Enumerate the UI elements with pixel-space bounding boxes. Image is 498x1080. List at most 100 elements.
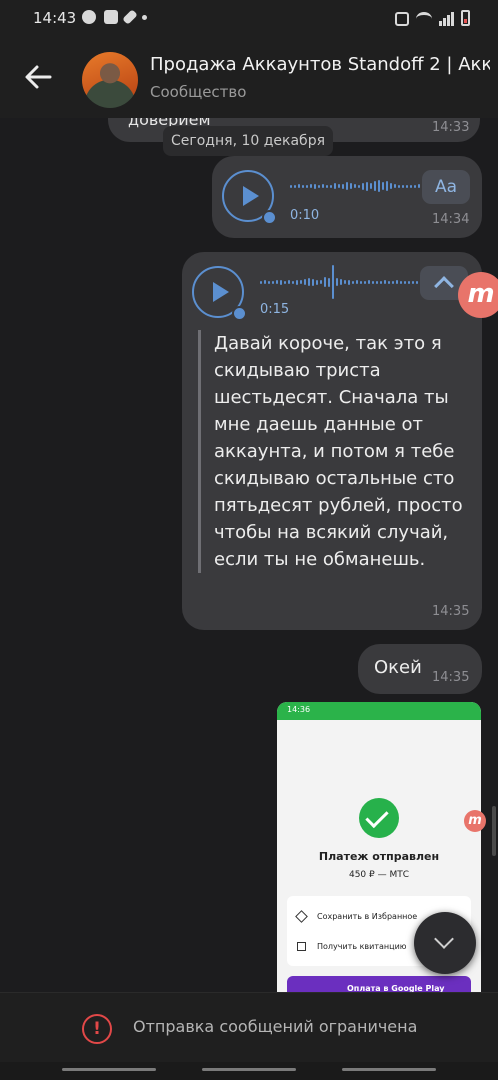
payment-status-title: Платеж отправлен — [318, 850, 440, 863]
waveform-bar — [362, 182, 364, 190]
waveform-bar — [308, 278, 310, 286]
message-list[interactable]: доверием 14:33 Сегодня, 10 декабря 0:10 … — [0, 118, 498, 992]
m-badge-label: m — [468, 813, 482, 828]
receipt-icon — [297, 942, 306, 951]
waveform-bar — [344, 280, 346, 284]
waveform-bar — [330, 184, 332, 188]
waveform-bar — [334, 183, 336, 189]
nav-home-pill[interactable] — [202, 1068, 296, 1071]
waveform-bar — [294, 184, 296, 188]
waveform-bar — [358, 184, 360, 188]
m-badge-label: m — [467, 279, 495, 309]
m-badge-small-icon[interactable]: m — [464, 810, 486, 832]
waveform-bar — [346, 182, 348, 190]
waveform-bar — [418, 184, 420, 188]
waveform-bar — [370, 183, 372, 189]
community-avatar[interactable] — [82, 52, 138, 108]
transcribe-button[interactable]: Aa — [422, 170, 470, 204]
waveform-bar — [360, 280, 362, 284]
waveform-bar — [292, 280, 294, 284]
waveform-bar — [398, 184, 400, 188]
waveform-bar — [300, 280, 302, 284]
waveform-bar — [290, 184, 292, 188]
waveform-bar — [304, 279, 306, 285]
waveform-bar — [340, 279, 342, 285]
waveform-bar — [284, 280, 286, 284]
waveform-bar — [392, 280, 394, 284]
m-badge-icon[interactable]: m — [458, 272, 498, 318]
brush-icon — [122, 9, 138, 25]
voice-waveform[interactable] — [260, 264, 438, 300]
nav-back-pill[interactable] — [62, 1068, 156, 1071]
waveform-bar — [406, 184, 408, 188]
voice-waveform[interactable] — [290, 176, 432, 196]
waveform-bar — [338, 184, 340, 188]
message-text: Окей — [374, 657, 422, 678]
chat-subtitle: Сообщество — [150, 83, 247, 101]
waveform-bar — [342, 183, 344, 189]
message-bubble-okey[interactable]: Окей 14:35 — [358, 644, 482, 694]
payment-amount: 450 ₽ — МТС — [348, 870, 410, 880]
nav-recent-pill[interactable] — [342, 1068, 436, 1071]
google-play-banner: Оплата в Google Play — [287, 976, 471, 992]
status-bar: 14:43 — [0, 0, 498, 38]
warning-icon: ! — [82, 1014, 112, 1044]
waveform-bar — [378, 180, 380, 192]
waveform-bar — [388, 280, 390, 284]
playback-position-dot — [262, 210, 277, 225]
waveform-bar — [412, 280, 414, 284]
more-notifications-icon — [142, 14, 147, 20]
waveform-bar — [320, 280, 322, 284]
voice-duration: 0:10 — [290, 208, 320, 223]
waveform-bar — [376, 280, 378, 284]
waveform-bar — [316, 279, 318, 285]
waveform-bar — [280, 279, 282, 285]
get-receipt-row: Получить квитанцию — [317, 942, 407, 951]
star-icon — [295, 910, 308, 923]
waveform-bar — [394, 184, 396, 188]
waveform-bar — [276, 280, 278, 284]
scroll-down-button[interactable] — [414, 912, 476, 974]
playback-position-dot — [232, 306, 247, 321]
chat-header: Продажа Аккаунтов Standoff 2 | Аккаунты … — [0, 38, 498, 118]
waveform-bar — [302, 184, 304, 188]
back-arrow-icon[interactable] — [22, 60, 56, 94]
waveform-bar — [322, 184, 324, 188]
waveform-bar — [332, 265, 334, 299]
mute-icon — [395, 12, 409, 26]
waveform-bar — [336, 278, 338, 286]
waveform-bar — [390, 183, 392, 189]
wifi-icon — [416, 12, 432, 26]
waveform-bar — [366, 181, 368, 191]
date-separator: Сегодня, 10 декабря — [163, 126, 333, 156]
waveform-bar — [404, 280, 406, 284]
system-icons — [395, 10, 470, 26]
chat-title[interactable]: Продажа Аккаунтов Standoff 2 | Аккаунты — [150, 54, 490, 75]
waveform-bar — [384, 280, 386, 284]
google-play-text: Оплата в Google Play — [347, 984, 445, 992]
waveform-bar — [382, 182, 384, 190]
waveform-bar — [368, 280, 370, 284]
waveform-bar — [386, 181, 388, 191]
waveform-bar — [352, 280, 354, 284]
waveform-bar — [328, 277, 330, 287]
scrollbar-thumb[interactable] — [492, 806, 496, 856]
voice-message-1[interactable]: 0:10 Aa 14:34 — [212, 156, 482, 238]
waveform-bar — [402, 184, 404, 188]
waveform-bar — [312, 278, 314, 286]
waveform-bar — [264, 280, 266, 284]
waveform-bar — [374, 181, 376, 191]
waveform-bar — [356, 280, 358, 284]
system-nav-bar — [0, 1062, 498, 1080]
waveform-bar — [296, 279, 298, 285]
waveform-bar — [324, 277, 326, 287]
signal-icon — [439, 12, 454, 26]
restricted-message: Отправка сообщений ограничена — [133, 1017, 418, 1036]
voice-transcript: Давай короче, так это я скидываю триста … — [198, 330, 474, 573]
waveform-bar — [408, 280, 410, 284]
waveform-bar — [260, 280, 262, 284]
waveform-bar — [348, 279, 350, 285]
gallery-icon — [104, 10, 118, 24]
save-favorite-row: Сохранить в Избранное — [317, 912, 418, 921]
screenshot-time: 14:36 — [287, 705, 311, 714]
